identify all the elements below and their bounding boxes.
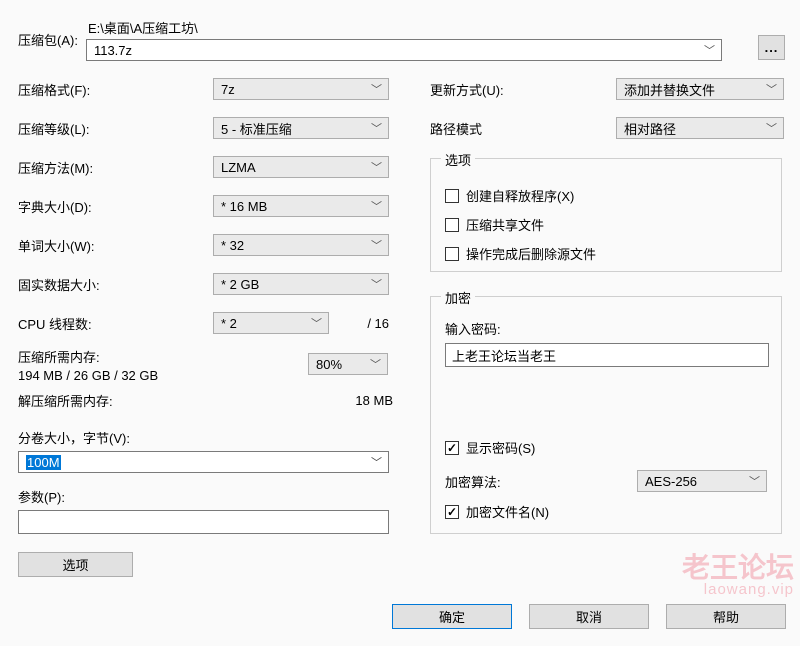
mem-decompress-label: 解压缩所需内存:	[18, 391, 355, 410]
archive-path: E:\桌面\A压缩工坊\	[86, 18, 750, 37]
level-dropdown[interactable]: 5 - 标准压缩 ﹀	[213, 117, 389, 139]
method-label: 压缩方法(M):	[18, 158, 213, 177]
ok-button[interactable]: 确定	[392, 604, 512, 629]
encryption-legend: 加密	[441, 288, 475, 307]
chevron-down-icon: ﹀	[371, 237, 382, 253]
threads-total: / 16	[367, 316, 393, 331]
solid-dropdown[interactable]: * 2 GB ﹀	[213, 273, 389, 295]
archive-filename-dropdown[interactable]: 113.7z ﹀	[86, 39, 722, 61]
checkbox-icon	[445, 189, 459, 203]
checkbox-icon	[445, 441, 459, 455]
browse-button[interactable]: ...	[758, 35, 785, 60]
params-input[interactable]	[18, 510, 389, 534]
checkbox-icon	[445, 247, 459, 261]
chevron-down-icon: ﹀	[766, 81, 777, 97]
level-label: 压缩等级(L):	[18, 119, 213, 138]
algo-label: 加密算法:	[445, 472, 637, 491]
dict-dropdown[interactable]: * 16 MB ﹀	[213, 195, 389, 217]
mem-percent-dropdown[interactable]: 80% ﹀	[308, 353, 388, 375]
options-button[interactable]: 选项	[18, 552, 133, 577]
dict-label: 字典大小(D):	[18, 197, 213, 216]
chevron-down-icon: ﹀	[749, 473, 760, 489]
method-dropdown[interactable]: LZMA ﹀	[213, 156, 389, 178]
format-dropdown[interactable]: 7z ﹀	[213, 78, 389, 100]
threads-label: CPU 线程数:	[18, 314, 213, 333]
chevron-down-icon: ﹀	[371, 81, 382, 97]
params-label: 参数(P):	[18, 487, 393, 506]
chevron-down-icon: ﹀	[311, 315, 322, 331]
archive-label: 压缩包(A):	[18, 30, 78, 49]
checkbox-icon	[445, 218, 459, 232]
help-button[interactable]: 帮助	[666, 604, 786, 629]
share-checkbox[interactable]: 压缩共享文件	[445, 215, 544, 234]
word-dropdown[interactable]: * 32 ﹀	[213, 234, 389, 256]
chevron-down-icon: ﹀	[704, 42, 715, 58]
checkbox-icon	[445, 505, 459, 519]
chevron-down-icon: ﹀	[371, 198, 382, 214]
threads-dropdown[interactable]: * 2 ﹀	[213, 312, 329, 334]
chevron-down-icon: ﹀	[371, 120, 382, 136]
password-label: 输入密码:	[445, 319, 767, 338]
volume-value: 100M	[26, 455, 61, 470]
algo-dropdown[interactable]: AES-256 ﹀	[637, 470, 767, 492]
mem-compress-value: 194 MB / 26 GB / 32 GB	[18, 368, 308, 383]
options-legend: 选项	[441, 150, 475, 169]
mem-compress-label: 压缩所需内存:	[18, 347, 308, 366]
show-password-checkbox[interactable]: 显示密码(S)	[445, 438, 535, 457]
options-fieldset: 选项 创建自释放程序(X) 压缩共享文件 操作完成后删除源文件	[430, 158, 782, 272]
encryption-fieldset: 加密 输入密码: 显示密码(S) 加密算法: AES-256 ﹀ 加密文件名(N…	[430, 296, 782, 534]
solid-label: 固实数据大小:	[18, 275, 213, 294]
archive-filename: 113.7z	[94, 43, 132, 58]
format-label: 压缩格式(F):	[18, 80, 213, 99]
encrypt-names-checkbox[interactable]: 加密文件名(N)	[445, 502, 549, 521]
chevron-down-icon: ﹀	[766, 120, 777, 136]
volume-label: 分卷大小，字节(V):	[18, 428, 393, 447]
sfx-checkbox[interactable]: 创建自释放程序(X)	[445, 186, 574, 205]
chevron-down-icon: ﹀	[370, 356, 381, 372]
update-label: 更新方式(U):	[430, 80, 616, 99]
volume-dropdown[interactable]: 100M ﹀	[18, 451, 389, 473]
word-label: 单词大小(W):	[18, 236, 213, 255]
delete-after-checkbox[interactable]: 操作完成后删除源文件	[445, 244, 596, 263]
pathmode-label: 路径模式	[430, 119, 616, 138]
chevron-down-icon: ﹀	[371, 159, 382, 175]
watermark: 老王论坛 laowang.vip	[682, 553, 794, 598]
chevron-down-icon: ﹀	[371, 454, 382, 470]
password-input[interactable]	[445, 343, 769, 367]
update-dropdown[interactable]: 添加并替换文件 ﹀	[616, 78, 784, 100]
chevron-down-icon: ﹀	[371, 276, 382, 292]
pathmode-dropdown[interactable]: 相对路径 ﹀	[616, 117, 784, 139]
cancel-button[interactable]: 取消	[529, 604, 649, 629]
mem-decompress-value: 18 MB	[355, 393, 393, 408]
